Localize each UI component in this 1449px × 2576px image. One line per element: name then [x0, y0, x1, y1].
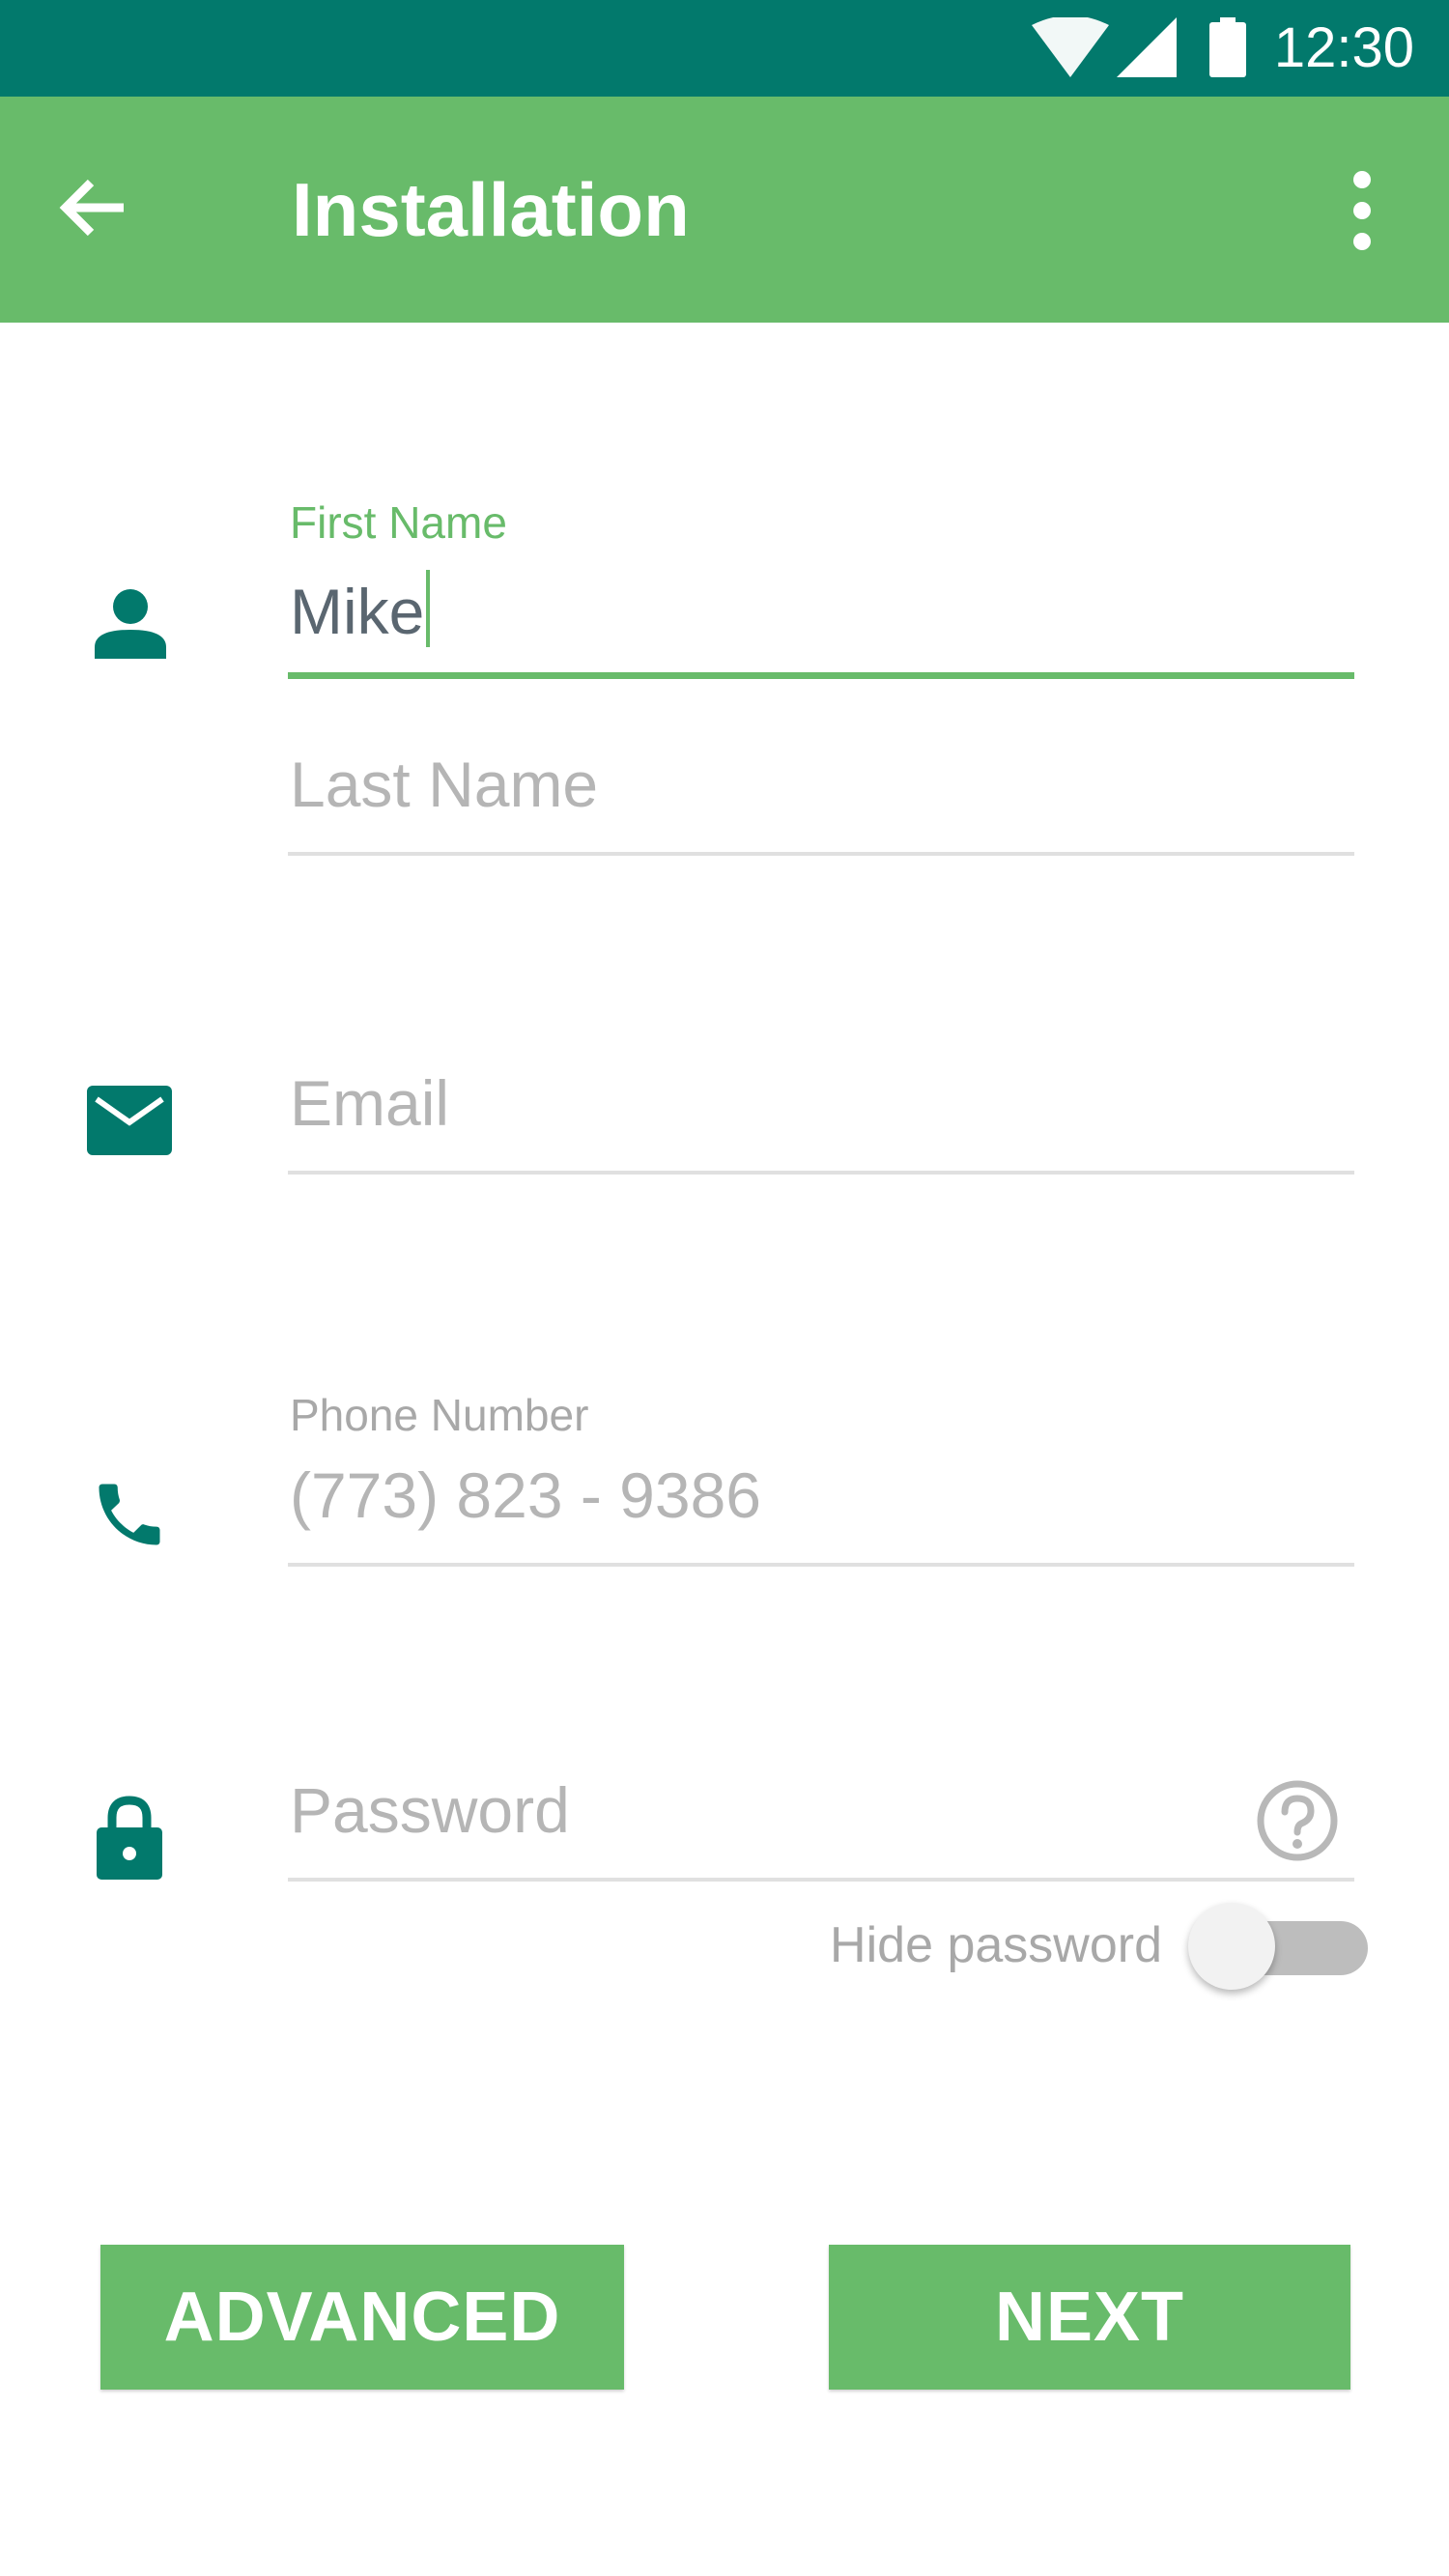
hide-password-toggle[interactable]: [1188, 1903, 1368, 1992]
password-underline: [288, 1878, 1354, 1882]
toggle-knob: [1188, 1903, 1275, 1990]
first-name-field[interactable]: Mike: [290, 570, 1352, 647]
wifi-icon: [1032, 17, 1109, 77]
next-button[interactable]: NEXT: [829, 2245, 1350, 2390]
phone-icon: [99, 1484, 160, 1545]
first-name-label: First Name: [290, 497, 507, 548]
first-name-value: Mike: [290, 576, 425, 647]
status-time: 12:30: [1273, 16, 1414, 79]
page-title: Installation: [292, 167, 690, 252]
text-cursor: [426, 570, 431, 647]
advanced-button[interactable]: ADVANCED: [100, 2245, 624, 2390]
more-vert-icon[interactable]: [1333, 170, 1391, 251]
last-name-field[interactable]: Last Name: [290, 750, 1352, 819]
status-bar: 12:30: [0, 0, 1449, 97]
last-name-underline: [288, 852, 1354, 856]
app-bar: Installation: [0, 97, 1449, 323]
password-field[interactable]: Password: [290, 1775, 1208, 1845]
phone-label: Phone Number: [290, 1390, 589, 1440]
first-name-underline: [288, 672, 1354, 679]
email-underline: [288, 1171, 1354, 1175]
email-field[interactable]: Email: [290, 1068, 1352, 1138]
signal-icon: [1117, 17, 1177, 77]
hide-password-label: Hide password: [830, 1917, 1162, 1973]
email-icon: [87, 1086, 172, 1155]
help-circle-icon[interactable]: [1256, 1779, 1339, 1862]
person-icon: [95, 589, 166, 659]
arrow-back-icon[interactable]: [54, 169, 131, 246]
phone-underline: [288, 1563, 1354, 1567]
lock-icon: [97, 1796, 162, 1880]
phone-field[interactable]: (773) 823 - 9386: [290, 1460, 1352, 1530]
battery-icon: [1209, 17, 1246, 77]
